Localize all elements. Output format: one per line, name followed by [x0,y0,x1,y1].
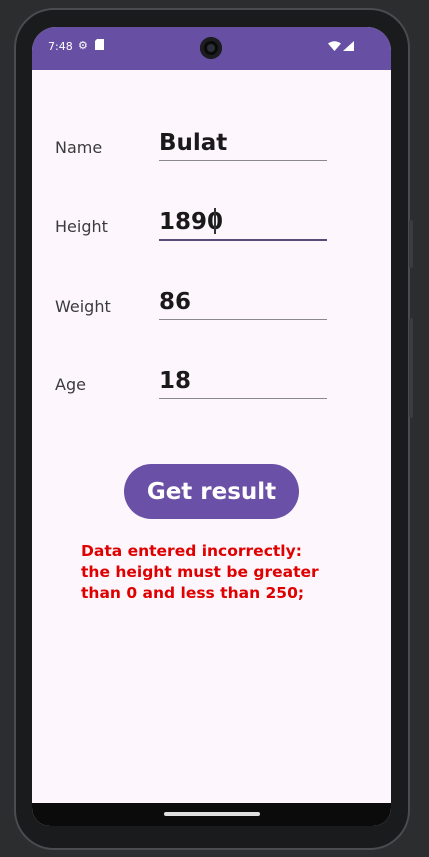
age-input[interactable] [159,364,327,399]
settings-icon: ⚙ [78,39,88,52]
get-result-button[interactable]: Get result [124,464,299,519]
text-caret [214,208,216,234]
navigation-bar [32,803,391,826]
app-screen: 7:48 ⚙ Name Height Weight Age Get result… [32,27,391,826]
error-message: Data entered incorrectly: the height mus… [81,542,319,602]
status-bar: 7:48 ⚙ [32,27,391,70]
front-camera [200,37,222,59]
volume-button [409,318,413,418]
height-label: Height [55,217,108,236]
name-input[interactable] [159,126,327,161]
signal-icon [343,41,354,54]
age-label: Age [55,375,86,394]
status-time: 7:48 [48,40,73,53]
home-gesture-handle[interactable] [164,812,260,816]
sd-card-icon [95,39,104,53]
weight-input[interactable] [159,285,327,320]
weight-label: Weight [55,297,111,316]
power-button [409,220,413,268]
name-label: Name [55,138,103,157]
wifi-icon [328,41,341,54]
height-input[interactable] [159,205,327,241]
